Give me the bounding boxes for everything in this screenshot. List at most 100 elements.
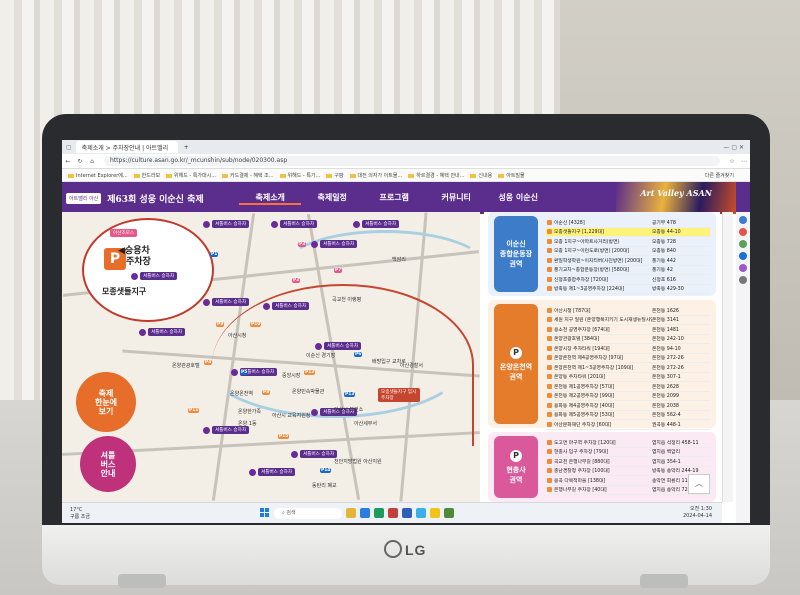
parking-marker[interactable]: P13 (344, 392, 356, 397)
parking-row[interactable]: 아산문화재단 주차장 [60대] 권곡동 448-1 (546, 420, 710, 430)
shuttle-stop-pin[interactable] (203, 427, 210, 434)
shuttle-stop-pin[interactable] (311, 241, 318, 248)
back-icon[interactable]: ← (62, 158, 74, 165)
parking-marker[interactable]: P1 (210, 252, 219, 257)
favorite-item[interactable]: 아트빌물 (498, 172, 524, 179)
shuttle-stop-label[interactable]: 셔틀버스 승하차 (324, 342, 362, 350)
clock[interactable]: 오전 1:30 2024-04-14 (683, 506, 712, 520)
scroll-up-button[interactable]: ︿ (688, 474, 710, 494)
festival-overview-button[interactable]: 축제 한눈에 보기 (76, 372, 136, 432)
nav-item[interactable]: 프로그램 (363, 192, 425, 205)
parking-row[interactable]: 온천동 제2공영주차장 [99대] 온천동 2099 (546, 392, 710, 401)
favorite-item[interactable]: 구팡 (326, 172, 343, 179)
parking-row[interactable]: 온양관광호텔 [384대] 온천동 242-10 (546, 335, 710, 344)
parking-row[interactable]: 모종 1지구~아파트사거리(방면) 모종동 728 (546, 237, 710, 247)
games-icon[interactable] (739, 264, 747, 272)
excel-icon[interactable] (374, 508, 384, 518)
other-favorites[interactable]: 다른 즐겨찾기 (705, 172, 734, 179)
shuttle-stop-pin[interactable] (203, 221, 210, 228)
kakao-icon[interactable] (430, 508, 440, 518)
shuttle-stop-pin[interactable] (131, 273, 138, 280)
store-icon[interactable] (416, 508, 426, 518)
favorite-item[interactable]: 위해드 - 특가대시... (166, 172, 216, 179)
parking-row[interactable]: 모종 1지구~이런도로(방면) [200대] 모종동 840 (546, 247, 710, 256)
parking-row[interactable]: 방축동 제1~3공영주차장 [224대] 방축동 429-30 (546, 285, 710, 294)
shopping-icon[interactable] (739, 228, 747, 236)
parking-row[interactable]: 온양온천역 제1~3공영주차장 [109대] 온천동 272-26 (546, 363, 710, 373)
shuttle-stop-pin[interactable] (231, 369, 238, 376)
parking-row[interactable]: 곡교천 은행나무길 [880대] 염치읍 354-1 (546, 457, 710, 467)
parking-row[interactable]: 신정호종합주차장 [720대] 신정호 616 (546, 275, 710, 285)
shuttle-stop-label[interactable]: 셔틀버스 승하차 (362, 220, 400, 228)
site-badge[interactable]: 아트밸리 아산 (66, 192, 102, 204)
tools-icon[interactable] (739, 240, 747, 248)
parking-row[interactable]: 도고면 마구역 주차장 [120대] 염치읍 석정리 458-11 (546, 438, 710, 448)
shuttle-bus-button[interactable]: 셔틀 버스 안내 (80, 436, 136, 492)
new-tab-button[interactable]: + (184, 144, 189, 151)
parking-marker[interactable]: P2 (292, 278, 301, 283)
parking-row[interactable]: 아산시청 [787대] 온천동 1626 (546, 306, 710, 316)
parking-row[interactable]: 현충사 입구 주차장 [79대] 염치읍 백암리 (546, 448, 710, 457)
nav-item[interactable]: 축제일정 (301, 192, 363, 205)
add-icon[interactable] (739, 276, 747, 284)
parking-callout[interactable] (82, 218, 214, 322)
shuttle-stop-label[interactable]: 셔틀버스 승하차 (148, 328, 186, 336)
weather-widget[interactable]: 17°C 구름 조금 (70, 507, 90, 520)
parking-row[interactable]: 세원 지구 일원 (온양행복지키기 도시재생뉴딜사업) 온천동 공영주차장 [2… (546, 316, 710, 325)
parking-row[interactable]: 온양온천역 제4공영주차장 [97대] 온천동 272-26 (546, 354, 710, 363)
parking-marker[interactable]: P8 (262, 390, 271, 395)
star-icon[interactable]: ☆ (726, 158, 738, 165)
parking-row[interactable]: 충남경찰청 주차장 [100대] 방축동 송악리 244-19 (546, 467, 710, 476)
favorite-item[interactable]: 대전 의자가 아트물... (350, 172, 403, 179)
shuttle-stop-label[interactable]: 셔틀버스 승하차 (258, 468, 296, 476)
url-input[interactable]: https://culture.asan.go.kr/_mcunshin/sub… (104, 156, 720, 166)
parking-marker[interactable]: P7 (334, 268, 343, 273)
parking-row[interactable]: 용곡 다목적마을 [138대] 송악면 회룡리 112-430 (546, 476, 710, 486)
parking-marker[interactable]: P9 (216, 322, 225, 327)
extensions-icon[interactable]: ⋯ (738, 158, 750, 165)
favorite-item[interactable]: Internet Explorer에... (68, 172, 128, 179)
tab-active[interactable]: 축제소개 > 주차장안내 | 아트밸리 (75, 141, 178, 153)
shuttle-stop-label[interactable]: 셔틀버스 승하차 (212, 426, 250, 434)
shuttle-stop-label[interactable]: 셔틀버스 승하차 (140, 272, 178, 280)
shuttle-stop-pin[interactable] (315, 343, 322, 350)
shuttle-stop-pin[interactable] (203, 299, 210, 306)
favorite-item[interactable]: 카드결제 - 혜택 조... (222, 172, 274, 179)
shuttle-stop-label[interactable]: 셔틀버스 승하차 (300, 450, 338, 458)
shuttle-stop-pin[interactable] (263, 303, 270, 310)
parking-row[interactable]: 은행나무길 주차장 [40대] 염치읍 송악리 72-12 (546, 486, 710, 495)
festival-name[interactable]: 제63회 성웅 이순신 축제 (107, 192, 215, 205)
shuttle-stop-label[interactable]: 셔틀버스 승하차 (212, 298, 250, 306)
nav-item[interactable]: 성웅 이순신 (487, 192, 549, 205)
shuttle-stop-pin[interactable] (249, 469, 256, 476)
favorite-item[interactable]: 신내용 (470, 172, 492, 179)
outlook-icon[interactable] (739, 252, 747, 260)
shuttle-stop-pin[interactable] (291, 451, 298, 458)
temp-parking-label[interactable]: 모종샛들지구 임시주차장 (378, 388, 420, 402)
parking-row[interactable]: 풍기교차~종합운동장(방면) [580대] 풍기동 42 (546, 266, 710, 275)
parking-row[interactable]: 모종샛들지구 [1,229대] 모종동 44-10 (546, 227, 710, 237)
parking-marker[interactable]: P5 (240, 370, 249, 375)
shuttle-stop-label[interactable]: 셔틀버스 승하차 (280, 220, 318, 228)
start-icon[interactable] (260, 508, 270, 518)
file-explorer-icon[interactable] (346, 508, 356, 518)
parking-marker[interactable]: P15 (278, 434, 290, 439)
window-controls[interactable]: — ▢ ✕ (723, 144, 744, 151)
app-icon[interactable] (444, 508, 454, 518)
parking-row[interactable]: 이순신 [4328] 공기부 478 (546, 218, 710, 228)
nav-item[interactable]: 커뮤니티 (425, 192, 487, 205)
refresh-icon[interactable]: ↻ (74, 158, 86, 165)
favorite-item[interactable]: 한드라보 (134, 172, 160, 179)
shuttle-stop-pin[interactable] (139, 329, 146, 336)
word-icon[interactable] (402, 508, 412, 518)
parking-marker[interactable]: P12 (304, 370, 316, 375)
parking-row[interactable]: 용소천 공영주차장 [674대] 온천동 1481 (546, 325, 710, 335)
parking-marker[interactable]: P3 (298, 242, 307, 247)
shuttle-stop-pin[interactable] (271, 221, 278, 228)
parking-marker[interactable]: P6 (354, 352, 363, 357)
powerpoint-icon[interactable] (388, 508, 398, 518)
parking-marker[interactable]: P4 (204, 360, 213, 365)
edge-icon[interactable] (360, 508, 370, 518)
parking-marker[interactable]: P10 (250, 322, 262, 327)
window-icon[interactable]: ▢ (66, 144, 72, 151)
